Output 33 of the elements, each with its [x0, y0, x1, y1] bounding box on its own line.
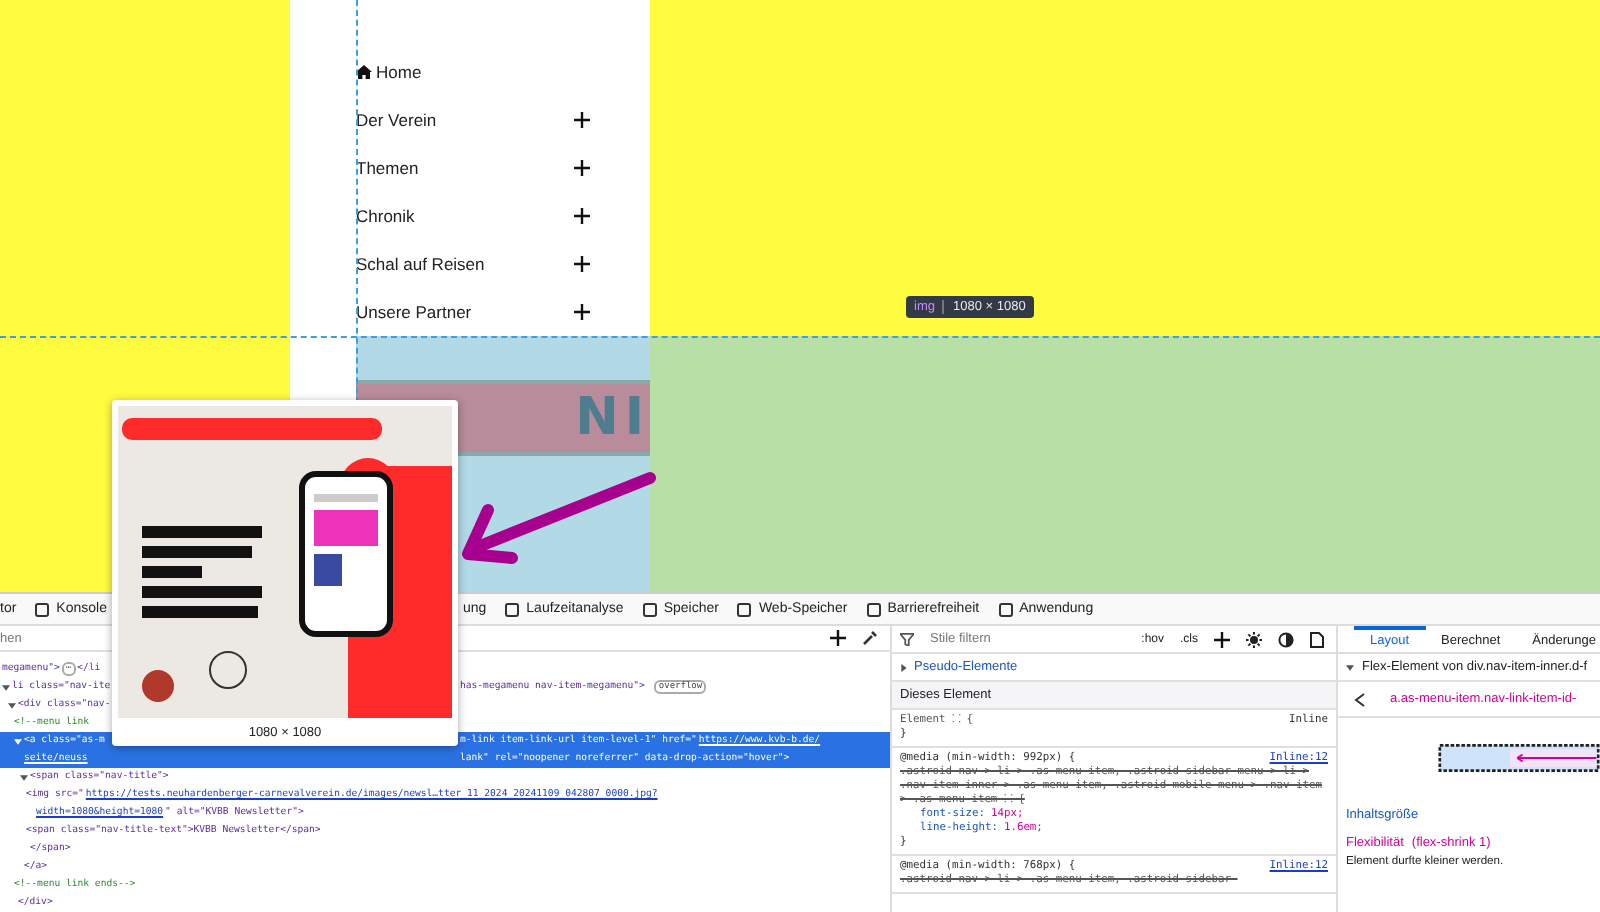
menu-link[interactable]: Schal auf Reisen	[356, 240, 590, 288]
plus-icon[interactable]	[574, 256, 590, 272]
plus-icon[interactable]	[574, 304, 590, 320]
caret-icon[interactable]	[900, 663, 908, 671]
sun-icon[interactable]	[1246, 631, 1262, 647]
home-icon	[356, 64, 372, 80]
tab-icon	[504, 601, 521, 617]
plus-icon[interactable]	[574, 208, 590, 224]
tab-icon	[736, 601, 753, 617]
menu-link[interactable]: Unsere Partner	[356, 288, 590, 336]
document-icon[interactable]	[1310, 631, 1324, 647]
tab-icon	[997, 601, 1014, 617]
caret-icon[interactable]	[20, 773, 28, 781]
plus-icon[interactable]	[574, 160, 590, 176]
plus-icon[interactable]	[1214, 631, 1230, 647]
back-icon[interactable]	[1354, 691, 1366, 707]
menu-link[interactable]: Home	[356, 48, 590, 96]
caret-icon[interactable]	[2, 683, 10, 691]
contrast-icon[interactable]	[1278, 631, 1294, 647]
tab-icon	[641, 601, 658, 617]
tab-icon	[865, 601, 882, 617]
plus-icon[interactable]	[830, 630, 846, 646]
tab-icon	[34, 601, 51, 617]
caret-icon[interactable]	[14, 737, 22, 745]
menu-link[interactable]: Chronik	[356, 192, 590, 240]
banner-text: NI	[575, 388, 650, 448]
plus-icon[interactable]	[574, 112, 590, 128]
caret-icon[interactable]	[1346, 663, 1354, 671]
filter-icon	[900, 632, 914, 646]
caret-icon[interactable]	[8, 701, 16, 709]
menu-link[interactable]: Der Verein	[356, 96, 590, 144]
menu-link[interactable]: Themen	[356, 144, 590, 192]
eyedropper-icon[interactable]	[862, 630, 878, 646]
